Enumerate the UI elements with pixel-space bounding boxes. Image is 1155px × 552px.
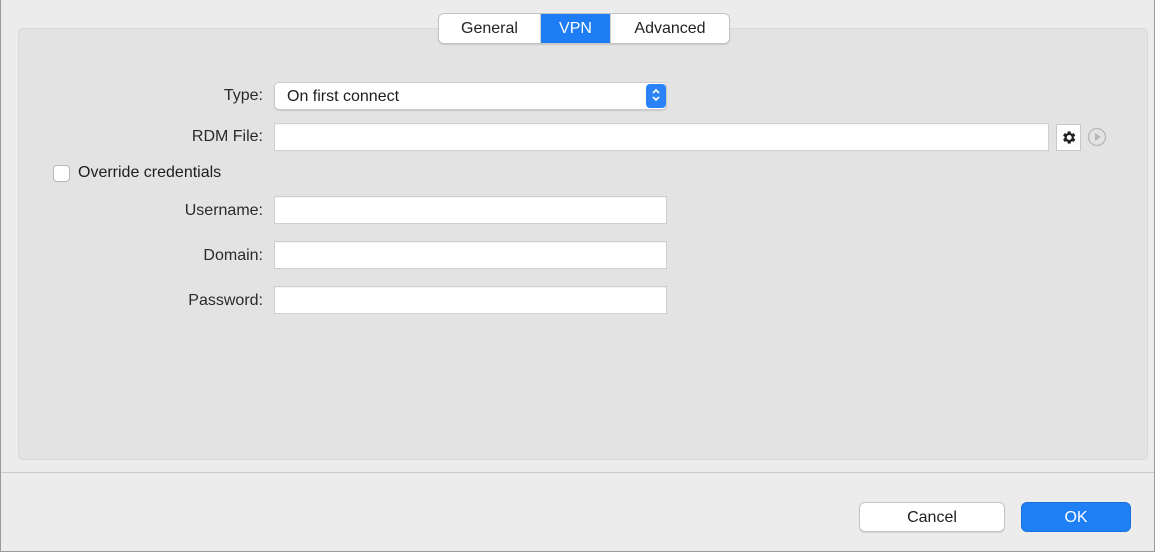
type-label: Type: <box>223 87 263 104</box>
tab-bar: General VPN Advanced <box>438 13 730 44</box>
rdm-file-label: RDM File: <box>191 128 263 145</box>
play-circle-icon <box>1087 127 1107 147</box>
username-input[interactable] <box>274 196 667 224</box>
password-label: Password: <box>188 292 263 309</box>
play-button[interactable] <box>1086 126 1108 148</box>
up-down-chevron-icon <box>646 84 666 108</box>
ok-button[interactable]: OK <box>1021 502 1131 532</box>
username-label: Username: <box>184 202 263 219</box>
tab-advanced[interactable]: Advanced <box>610 14 729 43</box>
footer-divider <box>1 472 1154 473</box>
password-input[interactable] <box>274 286 667 314</box>
domain-label: Domain: <box>203 247 263 264</box>
override-credentials-label: Override credentials <box>78 164 222 181</box>
vpn-settings-dialog: General VPN Advanced Type: On first conn… <box>0 0 1155 552</box>
type-select-value: On first connect <box>287 88 400 105</box>
override-credentials-row[interactable]: Override credentials <box>53 162 221 184</box>
tab-general[interactable]: General <box>439 14 541 43</box>
gear-button[interactable] <box>1056 124 1081 151</box>
rdm-file-input[interactable] <box>274 123 1049 151</box>
override-credentials-checkbox[interactable] <box>53 164 70 182</box>
gear-icon <box>1063 131 1076 144</box>
tab-vpn[interactable]: VPN <box>541 14 610 43</box>
domain-input[interactable] <box>274 241 667 269</box>
type-select[interactable]: On first connect <box>274 82 667 110</box>
cancel-button[interactable]: Cancel <box>859 502 1005 532</box>
